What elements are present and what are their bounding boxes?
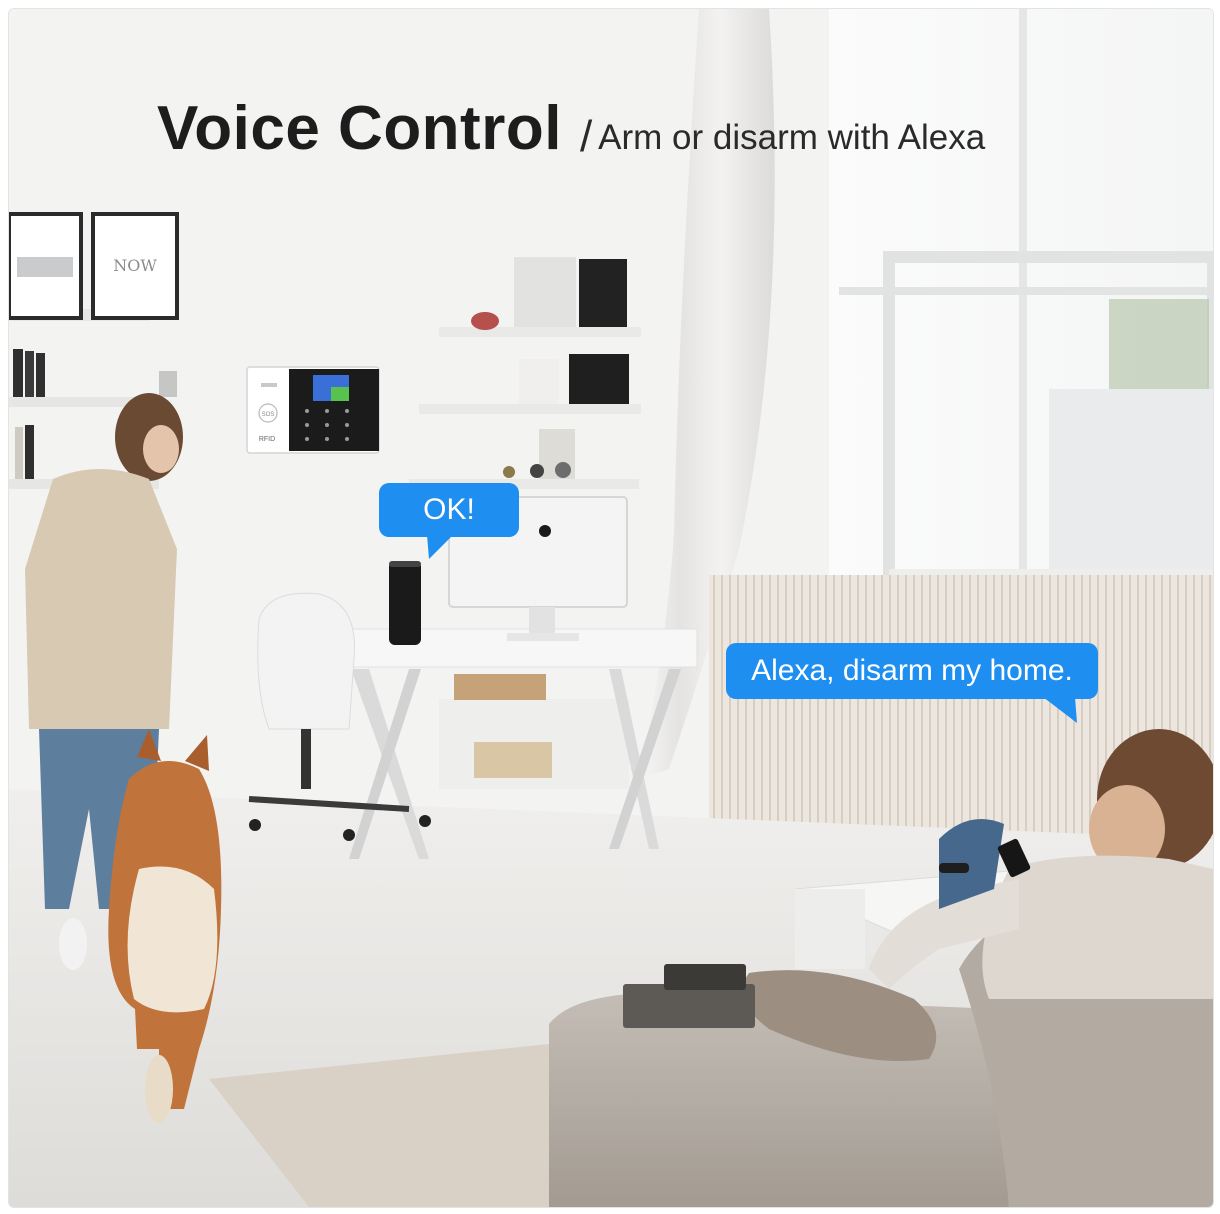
sos-label: SOS [262, 412, 275, 418]
logo-icon [539, 525, 551, 537]
rfid-label: RFID [259, 436, 275, 443]
headline-subtitle: Arm or disarm with Alexa [598, 118, 986, 157]
picture-frame-left [9, 212, 83, 320]
picture-frame-now: NOW [91, 212, 179, 320]
speaker-reply-bubble: OK! [379, 483, 519, 537]
user-command-text: Alexa, disarm my home. [751, 654, 1073, 687]
user-command-bubble-tail [1043, 697, 1077, 723]
user-command-bubble: Alexa, disarm my home. [726, 643, 1098, 699]
speaker-reply-bubble-tail [427, 535, 453, 559]
alarm-control-panel: SOS RFID [246, 366, 380, 454]
speaker-reply-text: OK! [423, 493, 475, 526]
smart-speaker [389, 561, 421, 645]
living-room-scene: NOW SOS RFID [9, 9, 1213, 1207]
frame-text: NOW [113, 256, 157, 275]
image-frame: NOW SOS RFID Voice Control / Arm or disa… [8, 8, 1214, 1208]
headline: Voice Control / Arm or disarm with Alexa [157, 93, 1157, 164]
book-stack [623, 984, 755, 1028]
headline-title: Voice Control [157, 94, 562, 163]
headline-separator: / [579, 112, 593, 161]
